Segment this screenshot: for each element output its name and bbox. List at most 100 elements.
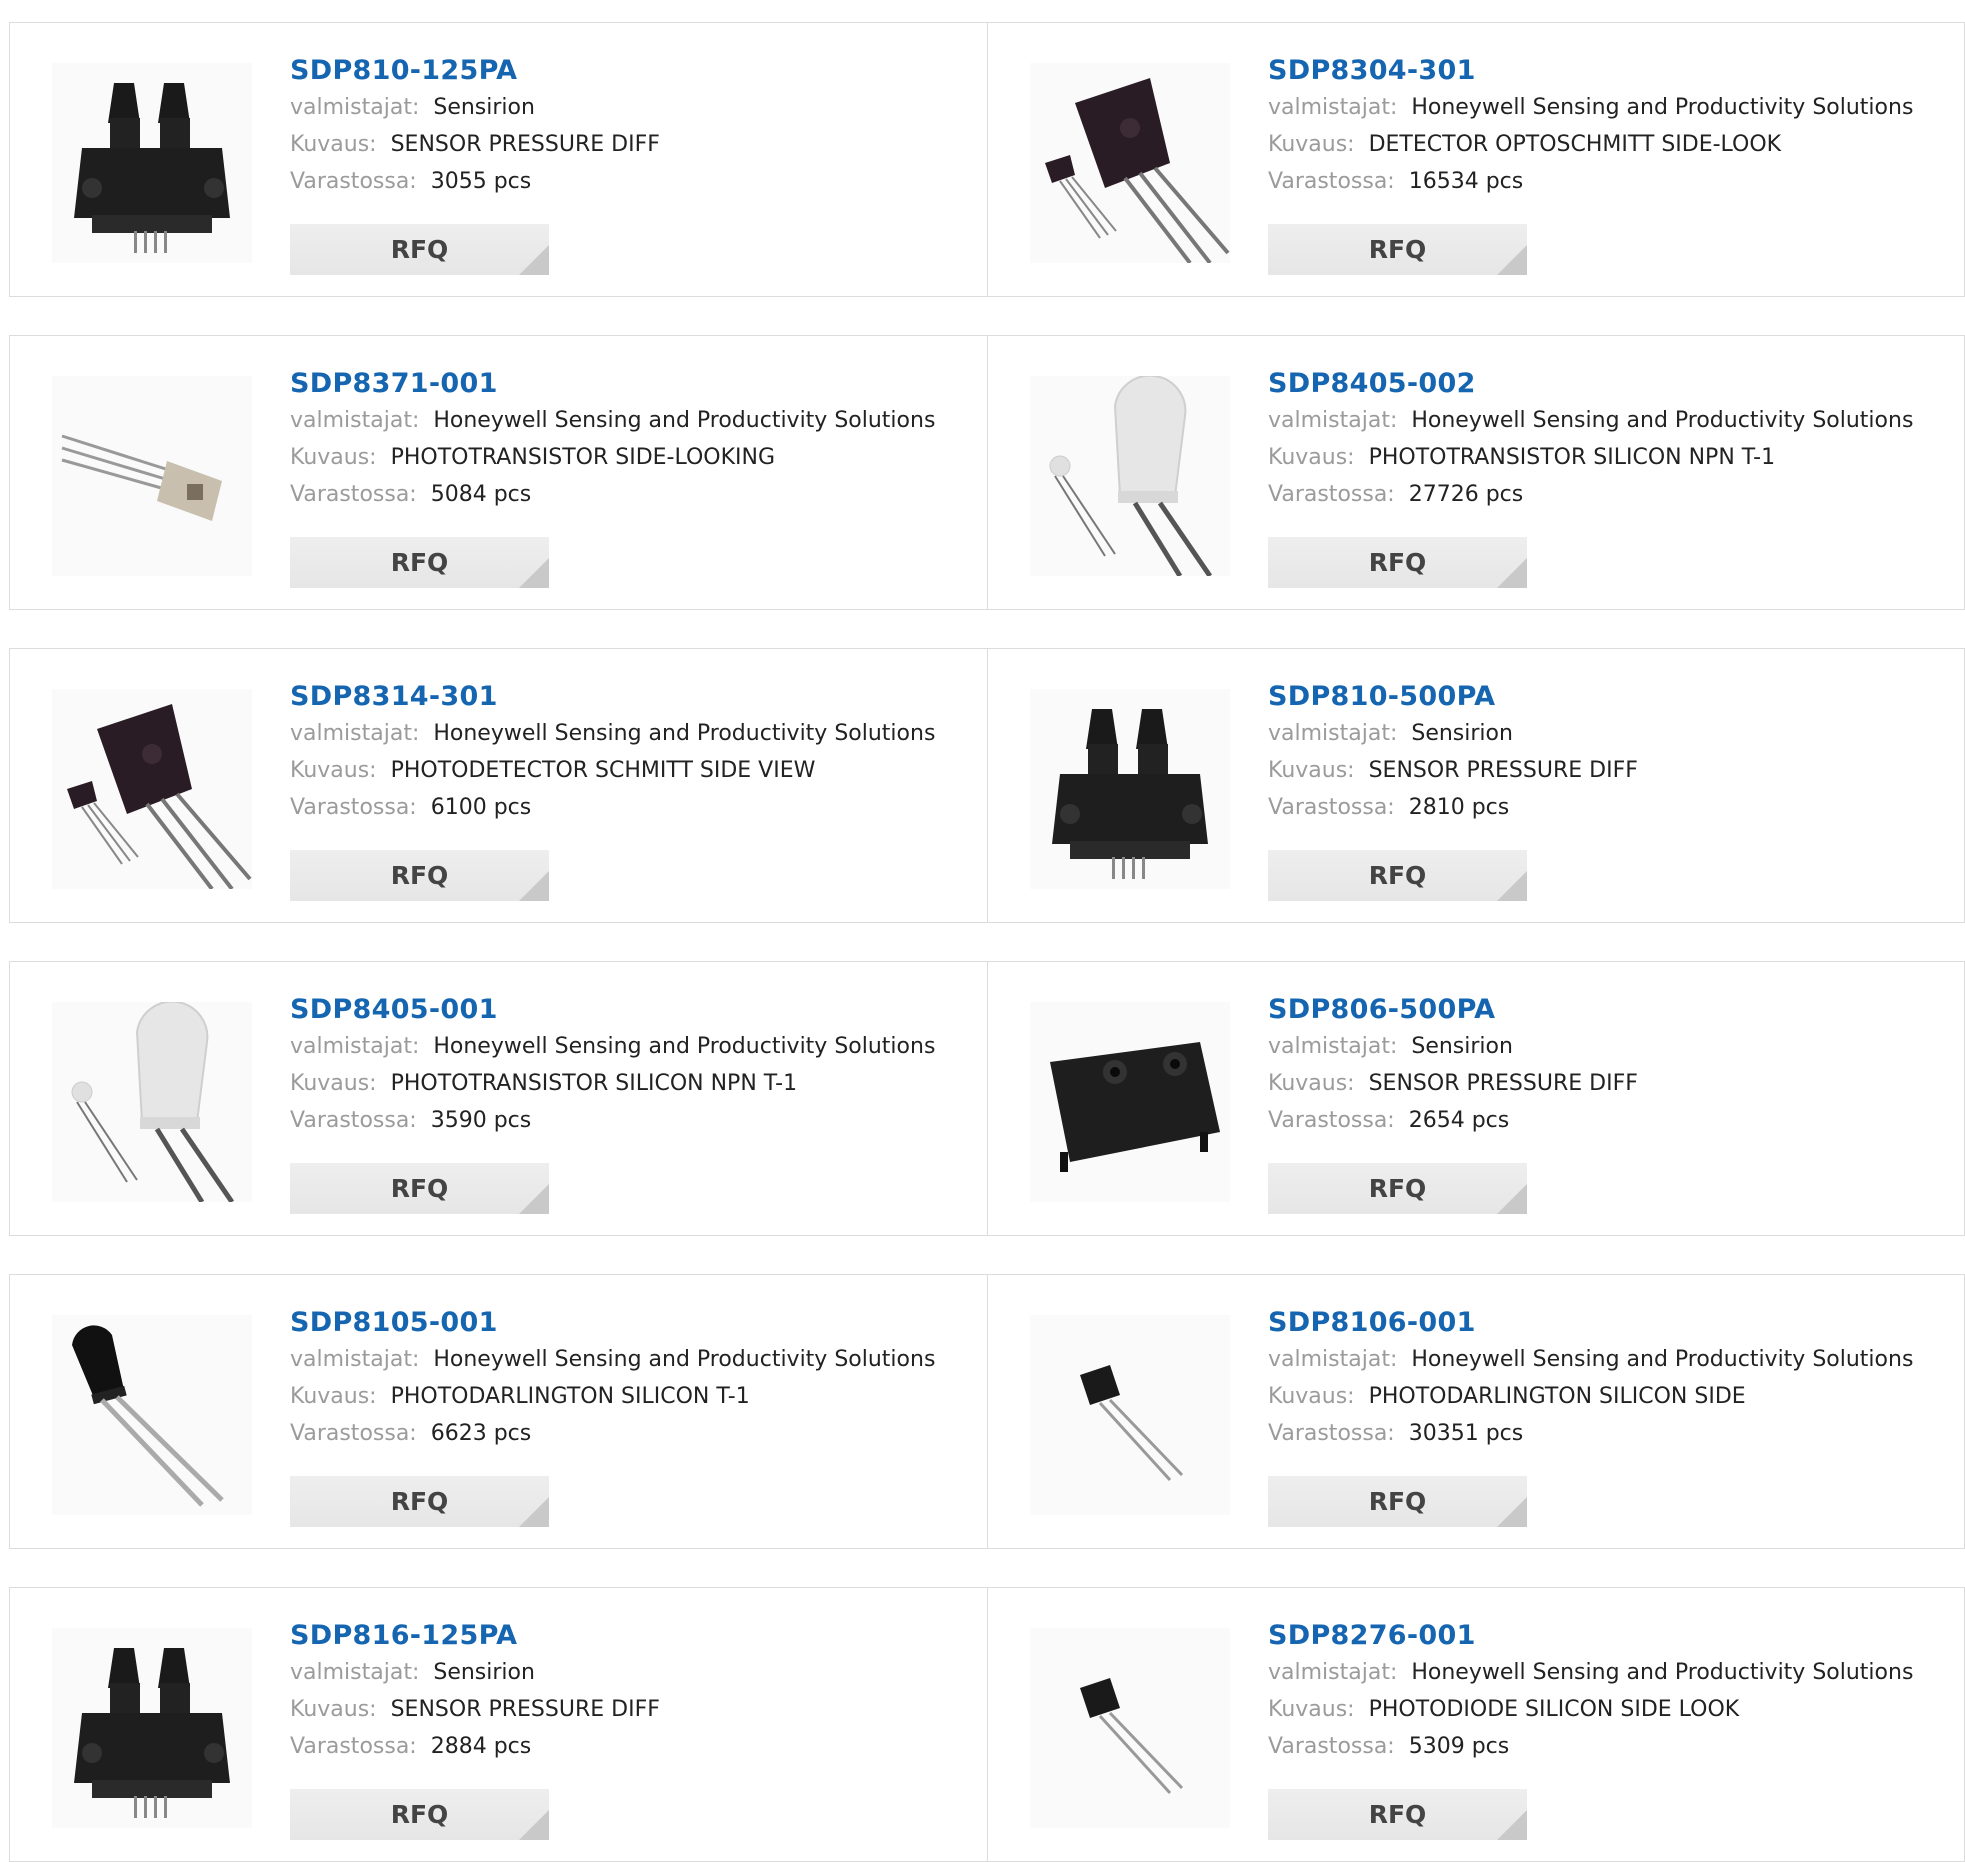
- manufacturer-label: valmistajat:: [290, 1034, 420, 1059]
- product-title-link[interactable]: SDP810-500PA: [1268, 679, 1495, 715]
- manufacturer-row: valmistajat: Sensirion: [290, 1654, 977, 1691]
- product-title-link[interactable]: SDP8405-001: [290, 992, 498, 1028]
- description-value: PHOTOTRANSISTOR SILICON NPN T-1: [390, 1071, 798, 1096]
- manufacturer-value: Honeywell Sensing and Productivity Solut…: [1411, 1660, 1914, 1685]
- product-card: SDP8276-001 valmistajat: Honeywell Sensin…: [987, 1588, 1964, 1861]
- manufacturer-row: valmistajat: Sensirion: [1268, 1028, 1954, 1065]
- description-row: Kuvaus: PHOTOTRANSISTOR SILICON NPN T-1: [290, 1065, 977, 1102]
- stock-row: Varastossa: 6100 pcs: [290, 789, 977, 826]
- stock-value: 3055 pcs: [430, 169, 532, 194]
- manufacturer-label: valmistajat:: [290, 1347, 420, 1372]
- product-image[interactable]: [52, 689, 252, 889]
- product-image[interactable]: [1030, 1628, 1230, 1828]
- clear-led-icon: [1030, 376, 1230, 576]
- stock-label: Varastossa:: [1268, 169, 1395, 194]
- stock-value: 2810 pcs: [1408, 795, 1510, 820]
- description-value: PHOTODARLINGTON SILICON T-1: [390, 1384, 750, 1409]
- product-title-link[interactable]: SDP8405-002: [1268, 366, 1476, 402]
- manufacturer-row: valmistajat: Honeywell Sensing and Produc…: [1268, 402, 1954, 439]
- stock-row: Varastossa: 2810 pcs: [1268, 789, 1954, 826]
- stock-row: Varastossa: 3590 pcs: [290, 1102, 977, 1139]
- product-image[interactable]: [1030, 689, 1230, 889]
- rfq-button[interactable]: RFQ: [1268, 1789, 1527, 1840]
- rfq-button[interactable]: RFQ: [290, 1476, 549, 1527]
- stock-value: 27726 pcs: [1408, 482, 1524, 507]
- rfq-button[interactable]: RFQ: [1268, 850, 1527, 901]
- product-card: SDP8106-001 valmistajat: Honeywell Sensin…: [987, 1275, 1964, 1548]
- corner-fold-icon: [519, 1810, 549, 1840]
- rfq-button[interactable]: RFQ: [290, 537, 549, 588]
- manufacturer-row: valmistajat: Honeywell Sensing and Produc…: [1268, 1341, 1954, 1378]
- manufacturer-label: valmistajat:: [1268, 95, 1398, 120]
- description-value: PHOTODARLINGTON SILICON SIDE: [1368, 1384, 1746, 1409]
- product-row: SDP8405-001 valmistajat: Honeywell Sensin…: [9, 961, 1965, 1236]
- description-label: Kuvaus:: [1268, 758, 1355, 783]
- product-card: SDP8304-301 valmistajat: Honeywell Sensin…: [987, 23, 1964, 296]
- product-image[interactable]: [52, 1315, 252, 1515]
- description-label: Kuvaus:: [1268, 132, 1355, 157]
- manufacturer-value: Honeywell Sensing and Productivity Solut…: [433, 1347, 936, 1372]
- product-image[interactable]: [52, 1628, 252, 1828]
- stock-row: Varastossa: 5084 pcs: [290, 476, 977, 513]
- rfq-button-label: RFQ: [1368, 861, 1427, 890]
- product-image[interactable]: [1030, 63, 1230, 263]
- product-info: SDP8371-001 valmistajat: Honeywell Sensin…: [290, 366, 977, 513]
- manufacturer-value: Honeywell Sensing and Productivity Solut…: [433, 1034, 936, 1059]
- manufacturer-value: Honeywell Sensing and Productivity Solut…: [433, 408, 936, 433]
- product-image[interactable]: [1030, 1315, 1230, 1515]
- product-title-link[interactable]: SDP806-500PA: [1268, 992, 1495, 1028]
- description-row: Kuvaus: PHOTOTRANSISTOR SILICON NPN T-1: [1268, 439, 1954, 476]
- rfq-button[interactable]: RFQ: [1268, 1476, 1527, 1527]
- rfq-button-label: RFQ: [390, 548, 449, 577]
- product-title-link[interactable]: SDP8304-301: [1268, 53, 1476, 89]
- rfq-button[interactable]: RFQ: [290, 1789, 549, 1840]
- corner-fold-icon: [519, 558, 549, 588]
- rfq-button[interactable]: RFQ: [290, 224, 549, 275]
- rfq-button[interactable]: RFQ: [290, 1163, 549, 1214]
- corner-fold-icon: [1497, 1497, 1527, 1527]
- stock-row: Varastossa: 5309 pcs: [1268, 1728, 1954, 1765]
- description-row: Kuvaus: PHOTOTRANSISTOR SIDE-LOOKING: [290, 439, 977, 476]
- manufacturer-row: valmistajat: Honeywell Sensing and Produc…: [290, 402, 977, 439]
- manufacturer-label: valmistajat:: [290, 95, 420, 120]
- product-image[interactable]: [1030, 1002, 1230, 1202]
- rfq-button[interactable]: RFQ: [1268, 1163, 1527, 1214]
- rfq-button[interactable]: RFQ: [1268, 224, 1527, 275]
- manufacturer-row: valmistajat: Honeywell Sensing and Produc…: [1268, 1654, 1954, 1691]
- stock-label: Varastossa:: [290, 482, 417, 507]
- corner-fold-icon: [519, 1184, 549, 1214]
- stock-row: Varastossa: 2654 pcs: [1268, 1102, 1954, 1139]
- rfq-button[interactable]: RFQ: [290, 850, 549, 901]
- product-info: SDP8304-301 valmistajat: Honeywell Sensin…: [1268, 53, 1954, 200]
- corner-fold-icon: [519, 245, 549, 275]
- stock-label: Varastossa:: [1268, 795, 1395, 820]
- product-title-link[interactable]: SDP8105-001: [290, 1305, 498, 1341]
- product-title-link[interactable]: SDP8371-001: [290, 366, 498, 402]
- corner-fold-icon: [519, 1497, 549, 1527]
- product-image[interactable]: [52, 376, 252, 576]
- rfq-button[interactable]: RFQ: [1268, 537, 1527, 588]
- manufacturer-value: Honeywell Sensing and Productivity Solut…: [1411, 408, 1914, 433]
- manufacturer-value: Sensirion: [433, 95, 535, 120]
- product-info: SDP806-500PA valmistajat: Sensirion Kuvau…: [1268, 992, 1954, 1139]
- stock-label: Varastossa:: [290, 795, 417, 820]
- product-image[interactable]: [52, 63, 252, 263]
- product-image[interactable]: [52, 1002, 252, 1202]
- product-image[interactable]: [1030, 376, 1230, 576]
- manufacturer-label: valmistajat:: [290, 721, 420, 746]
- rfq-button-label: RFQ: [390, 861, 449, 890]
- pressure-sensor-icon: [52, 1628, 252, 1828]
- rfq-button-label: RFQ: [1368, 235, 1427, 264]
- product-title-link[interactable]: SDP8314-301: [290, 679, 498, 715]
- rfq-button-label: RFQ: [390, 235, 449, 264]
- product-title-link[interactable]: SDP810-125PA: [290, 53, 517, 89]
- product-card: SDP806-500PA valmistajat: Sensirion Kuvau…: [987, 962, 1964, 1235]
- product-title-link[interactable]: SDP8106-001: [1268, 1305, 1476, 1341]
- stock-row: Varastossa: 6623 pcs: [290, 1415, 977, 1452]
- manufacturer-label: valmistajat:: [1268, 1660, 1398, 1685]
- description-value: DETECTOR OPTOSCHMITT SIDE-LOOK: [1368, 132, 1782, 157]
- stock-label: Varastossa:: [290, 1734, 417, 1759]
- black-led-icon: [52, 1315, 252, 1515]
- product-title-link[interactable]: SDP8276-001: [1268, 1618, 1476, 1654]
- product-title-link[interactable]: SDP816-125PA: [290, 1618, 517, 1654]
